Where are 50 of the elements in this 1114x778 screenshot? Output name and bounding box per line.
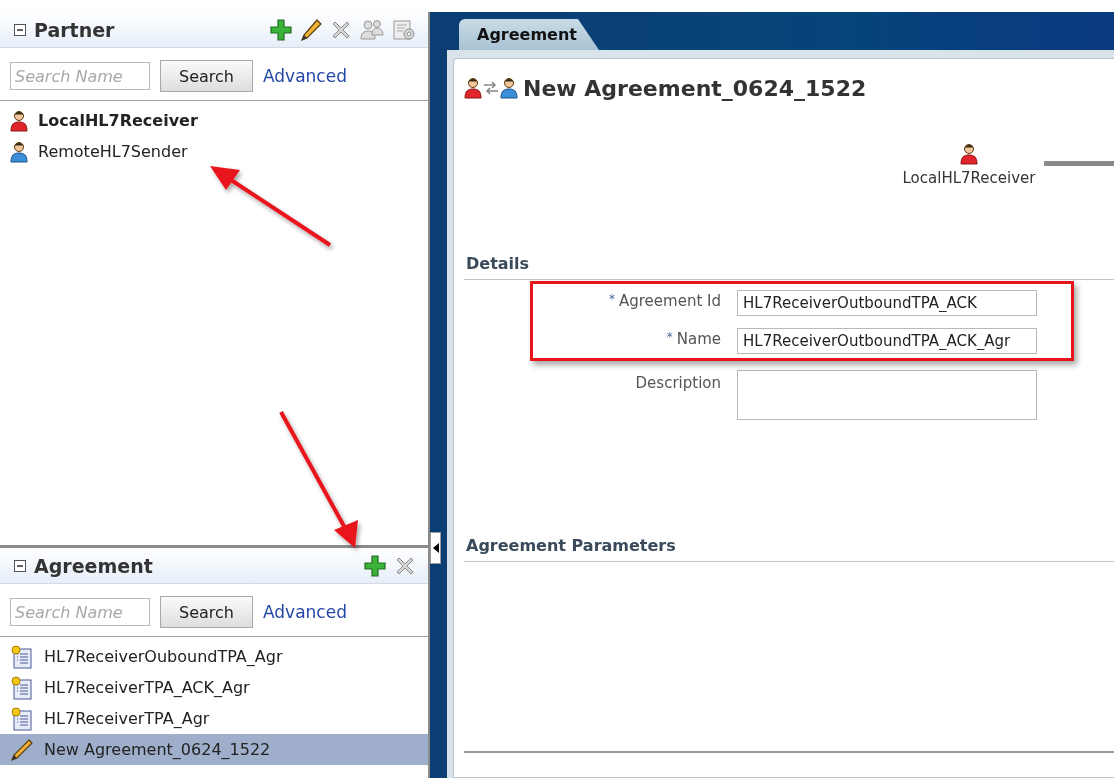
list-row[interactable]: RemoteHL7Sender [0,136,428,167]
list-item-label: HL7ReceiverTPA_Agr [44,709,210,728]
search-button[interactable]: Search [160,60,253,92]
pencil-icon[interactable] [300,18,322,41]
add-icon[interactable] [270,18,292,41]
people-icon[interactable] [360,18,384,41]
list-row[interactable]: New Agreement_0624_1522 [0,734,428,765]
collapse-icon [14,559,26,572]
list-item-label: LocalHL7Receiver [38,111,198,130]
agreement-title: New Agreement_0624_1522 [523,75,867,101]
advanced-link[interactable]: Advanced [262,66,347,86]
add-icon[interactable] [364,554,386,577]
person-icon [10,140,28,163]
document-icon [10,675,34,700]
splitter-handle[interactable] [430,532,441,564]
partner-node-label: LocalHL7Receiver [902,169,1036,187]
list-item-label: New Agreement_0624_1522 [44,740,271,759]
person-icon [464,77,482,99]
advanced-link[interactable]: Advanced [262,602,347,622]
text-field[interactable]: HL7ReceiverOutboundTPA_ACK [737,290,1037,316]
person-icon [500,77,518,99]
field-label: Description [634,373,721,392]
tab[interactable]: Agreement [459,19,599,50]
search-field[interactable]: Search Name [10,598,150,626]
panel-title: Agreement [34,554,154,577]
field-label: * Name [665,329,721,348]
list-row[interactable]: HL7ReceiverOuboundTPA_Agr [0,641,428,672]
list-item-label: HL7ReceiverTPA_ACK_Agr [44,678,250,697]
person-icon [10,109,28,132]
document-icon [10,644,34,669]
list-item-label: RemoteHL7Sender [38,142,188,161]
document-icon [10,706,34,731]
list-item-label: HL7ReceiverOuboundTPA_Agr [44,647,283,666]
settings-icon[interactable] [392,18,416,41]
list-row[interactable]: HL7ReceiverTPA_ACK_Agr [0,672,428,703]
section-header: Agreement Parameters [464,532,1114,562]
collapse-icon [14,23,26,36]
search-button[interactable]: Search [160,596,253,628]
section-header: Details [464,250,1114,280]
search-field[interactable]: Search Name [10,62,150,90]
text-field[interactable]: HL7ReceiverOutboundTPA_ACK_Agr [737,328,1037,354]
list-row[interactable]: HL7ReceiverTPA_Agr [0,703,428,734]
person-icon [960,143,978,165]
pencil-icon [10,737,34,762]
collapse-arrow-icon [432,543,439,553]
field-label: * Agreement Id [607,291,721,310]
list-row[interactable]: LocalHL7Receiver [0,105,428,136]
panel-title: Partner [34,18,116,41]
description-field[interactable] [737,370,1037,420]
swap-arrows-icon [483,81,499,95]
